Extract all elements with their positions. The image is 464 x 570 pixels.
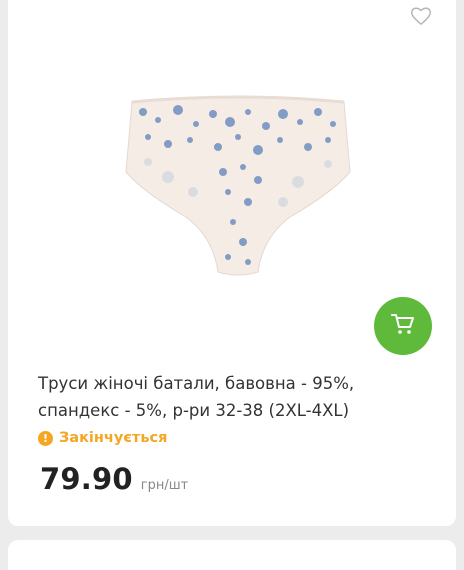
stock-status-label: Закінчується — [59, 430, 168, 446]
product-title[interactable]: Труси жіночі батали, бавовна - 95%, спан… — [38, 370, 430, 424]
product-image[interactable] — [118, 92, 358, 282]
stock-status: ! Закінчується — [38, 430, 167, 446]
cart-icon — [390, 312, 416, 340]
add-to-cart-button[interactable] — [374, 297, 432, 355]
product-card[interactable]: Труси жіночі батали, бавовна - 95%, спан… — [8, 0, 456, 526]
price-value: 79.90 — [40, 462, 133, 496]
exclamation-icon: ! — [38, 430, 53, 446]
heart-icon[interactable] — [410, 6, 432, 26]
price-block: 79.90 грн/шт — [40, 462, 188, 496]
price-unit: грн/шт — [140, 478, 189, 493]
next-product-card[interactable] — [8, 540, 456, 570]
